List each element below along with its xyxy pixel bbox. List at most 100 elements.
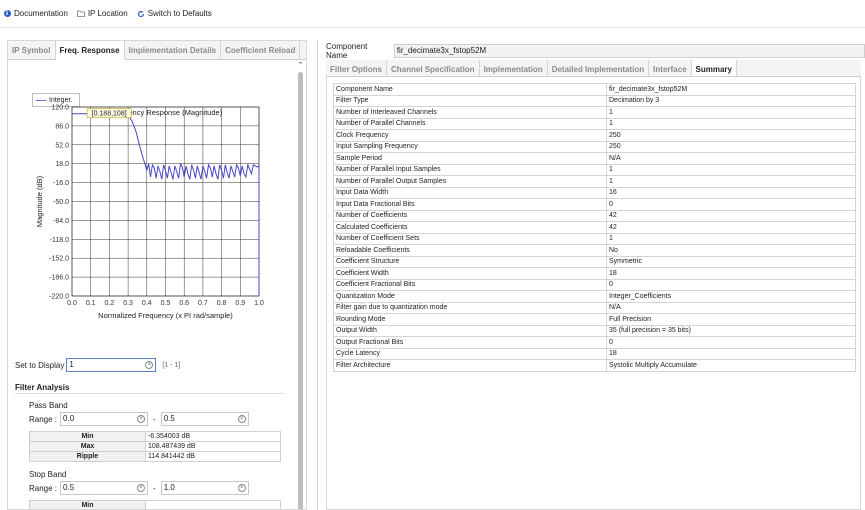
summary-value: 0	[606, 336, 856, 349]
tab-interface[interactable]: Interface	[649, 60, 692, 76]
pass-band-from-input[interactable]: 0.0 ×	[60, 412, 149, 426]
table-row: Sample Period N/A	[333, 152, 856, 165]
summary-key: Number of Coefficient Sets	[333, 232, 607, 245]
documentation-label: Documentation	[14, 9, 68, 18]
stop-band-heading: Stop Band	[29, 470, 67, 479]
tab-freq-response[interactable]: Freq. Response	[55, 41, 125, 60]
pass-band-to-input[interactable]: 0.5 ×	[160, 412, 249, 426]
summary-value: 0	[606, 198, 856, 211]
summary-table: Component Name fir_decimate3x_fstop52M Fil…	[333, 83, 856, 372]
summary-value: Full Precision	[606, 313, 856, 326]
tab-filter-options[interactable]: Filter Options	[326, 60, 387, 76]
stop-band-from-value: 0.5	[63, 483, 75, 492]
summary-value: 16	[606, 186, 856, 199]
table-row: Number of Parallel Channels 1	[333, 117, 856, 130]
pass-band-range-label: Range :	[29, 414, 58, 424]
x-tick-label: 0.1	[86, 300, 96, 307]
tab-implementation[interactable]: Implementation	[480, 60, 548, 76]
table-row: Filter gain due to quantization mode N/A	[333, 301, 856, 314]
summary-key: Output Width	[333, 324, 607, 337]
set-display-input[interactable]: 1 ×	[66, 358, 157, 372]
ip-location-label: IP Location	[87, 9, 128, 18]
summary-value: fir_decimate3x_fstop52M	[606, 83, 856, 96]
summary-key: Output Fractional Bits	[333, 336, 607, 349]
x-tick-label: 0.9	[235, 300, 245, 307]
summary-value: Decimation by 3	[606, 94, 856, 107]
tab-detailed-implementation[interactable]: Detailed Implementation	[548, 60, 650, 76]
y-tick-label: -118.0	[50, 237, 69, 244]
stat-key: Ripple	[29, 451, 146, 462]
summary-key: Input Sampling Frequency	[333, 140, 607, 153]
table-row: Quantization Mode Integer_Coefficients	[333, 290, 856, 303]
table-row: Min -6.354003 dB	[29, 431, 281, 442]
set-display-row: Set to Display 1 × [1 - 1]	[15, 358, 180, 372]
ip-location-button[interactable]: IP Location	[76, 6, 128, 22]
x-tick-label: 1.0	[254, 300, 264, 307]
component-name-input[interactable]: fir_decimate3x_fstop52M	[393, 44, 865, 58]
y-tick-label: -16.0	[53, 180, 69, 187]
tab-coefficient-reload[interactable]: Coefficient Reload	[221, 41, 301, 59]
y-axis-label: Magnitude (dB)	[35, 175, 44, 227]
table-row: Cycle Latency 18	[333, 347, 856, 360]
summary-key: Filter Type	[333, 94, 607, 107]
stop-band-to-input[interactable]: 1.0 ×	[160, 481, 249, 495]
summary-key: Number of Interleaved Channels	[333, 106, 607, 119]
tab-implementation-details[interactable]: Implementation Details	[125, 41, 222, 59]
clear-icon[interactable]: ×	[137, 415, 146, 423]
tab-summary[interactable]: Summary	[691, 60, 737, 76]
summary-value: 0	[606, 278, 856, 291]
summary-key: Quantization Mode	[333, 290, 607, 303]
clear-icon[interactable]: ×	[237, 484, 246, 492]
tab-ip-symbol[interactable]: IP Symbol	[8, 41, 56, 59]
right-panel: Component Name fir_decimate3x_fstop52M F…	[317, 40, 865, 510]
x-tick-label: 0.6	[179, 300, 189, 307]
frequency-response-chart: Frequency Response (Magnitude)0.0 0.1 0.2 0…	[35, 105, 264, 321]
table-row: Coefficient Fractional Bits 0	[333, 278, 856, 291]
summary-key: Clock Frequency	[333, 129, 607, 142]
clear-icon[interactable]: ×	[145, 361, 154, 369]
documentation-button[interactable]: i Documentation	[3, 6, 68, 22]
table-row: Ripple 114.841442 dB	[29, 451, 281, 462]
summary-key: Input Data Width	[333, 186, 607, 199]
summary-value: 250	[606, 129, 856, 142]
stop-band-range-label: Range :	[29, 483, 58, 493]
x-tick-label: 0.5	[161, 300, 171, 307]
y-tick-label: 18.0	[55, 161, 69, 168]
pass-band-to-value: 0.5	[163, 414, 175, 423]
clear-icon[interactable]: ×	[237, 415, 246, 423]
left-tabs: IP Symbol Freq. Response Implementation …	[8, 41, 306, 60]
summary-key: Filter Architecture	[333, 359, 607, 372]
switch-defaults-button[interactable]: Switch to Defaults	[137, 6, 212, 22]
summary-key: Reloadable Coefficients	[333, 244, 607, 257]
summary-key: Number of Parallel Input Samples	[333, 163, 607, 176]
table-row: Coefficient Width 18	[333, 267, 856, 280]
x-tick-label: 0.4	[142, 300, 152, 307]
scrollbar-thumb[interactable]	[298, 72, 303, 509]
y-tick-label: 52.0	[55, 142, 69, 149]
table-row: Max 108.487439 dB	[29, 441, 281, 452]
summary-value: 1	[606, 106, 856, 119]
summary-key: Coefficient Structure	[333, 255, 607, 268]
y-tick-label: 120.0	[51, 105, 69, 112]
component-name-value: fir_decimate3x_fstop52M	[396, 46, 487, 55]
table-row: Rounding Mode Full Precision	[333, 313, 856, 326]
stop-band-from-input[interactable]: 0.5 ×	[60, 481, 149, 495]
info-icon: i	[3, 10, 11, 18]
clear-icon[interactable]: ×	[137, 484, 146, 492]
table-row: Reloadable Coefficients No	[333, 244, 856, 257]
scroll-up-arrow-icon[interactable]: ⌃	[296, 61, 305, 70]
table-row: Output Fractional Bits 0	[333, 336, 856, 349]
table-row: Number of Parallel Output Samples 1	[333, 175, 856, 188]
y-tick-label: -152.0	[49, 256, 69, 263]
summary-value: Systolic Multiply Accumulate	[606, 359, 856, 372]
legend-swatch	[36, 99, 46, 101]
range-separator: -	[153, 414, 156, 424]
tab-channel-specification[interactable]: Channel Specification	[387, 60, 480, 76]
summary-key: Sample Period	[333, 152, 607, 165]
summary-key: Component Name	[333, 83, 607, 96]
summary-value: 1	[606, 163, 856, 176]
table-row: Min	[29, 500, 281, 509]
switch-defaults-label: Switch to Defaults	[147, 9, 212, 18]
summary-key: Number of Parallel Output Samples	[333, 175, 607, 188]
table-row: Calculated Coefficients 42	[333, 221, 856, 234]
